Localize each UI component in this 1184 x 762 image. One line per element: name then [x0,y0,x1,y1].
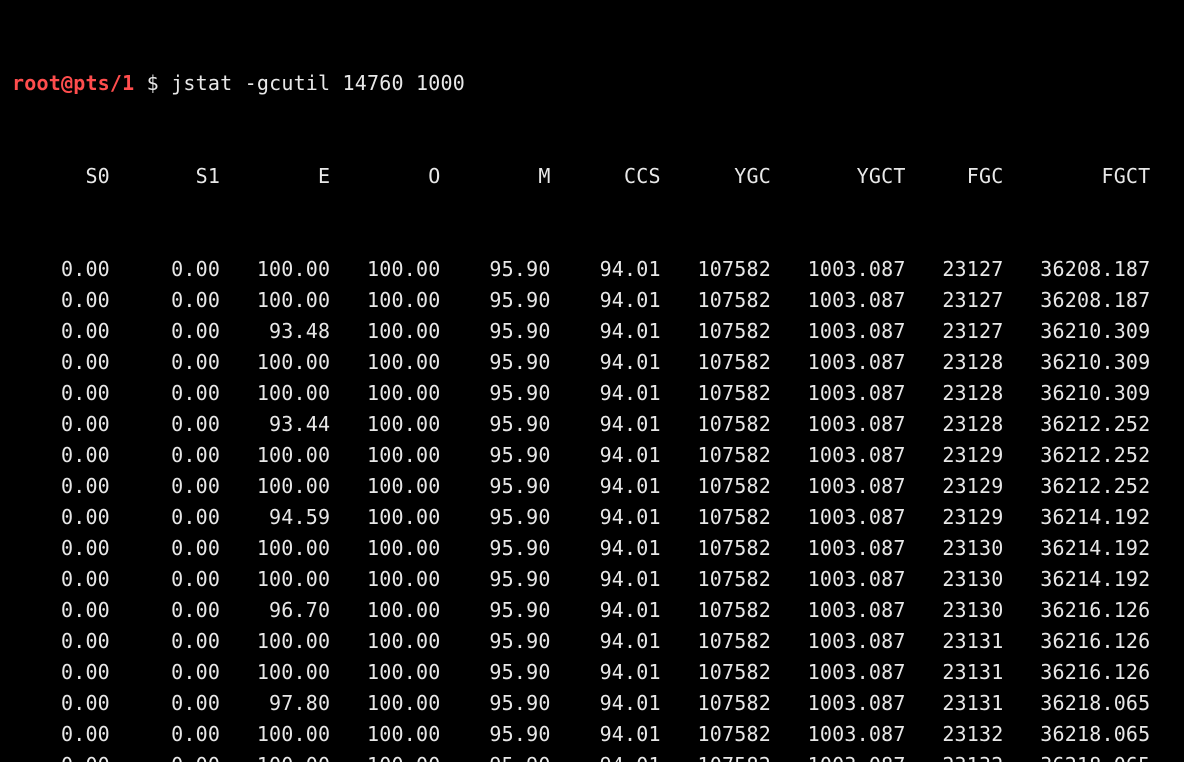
table-row: 0.00 0.00 100.00 100.00 95.90 94.01 1075… [12,471,1174,502]
table-header-row: S0 S1 E O M CCS YGC YGCT FGC FGCT GCT [12,161,1174,192]
table-row: 0.00 0.00 100.00 100.00 95.90 94.01 1075… [12,657,1174,688]
table-body: 0.00 0.00 100.00 100.00 95.90 94.01 1075… [12,254,1174,762]
table-row: 0.00 0.00 100.00 100.00 95.90 94.01 1075… [12,254,1174,285]
table-row: 0.00 0.00 100.00 100.00 95.90 94.01 1075… [12,533,1174,564]
table-row: 0.00 0.00 100.00 100.00 95.90 94.01 1075… [12,564,1174,595]
table-row: 0.00 0.00 100.00 100.00 95.90 94.01 1075… [12,719,1174,750]
table-row: 0.00 0.00 100.00 100.00 95.90 94.01 1075… [12,626,1174,657]
terminal[interactable]: root@pts/1 $ jstat -gcutil 14760 1000 S0… [0,0,1184,762]
table-row: 0.00 0.00 100.00 100.00 95.90 94.01 1075… [12,285,1174,316]
prompt-user: root@pts/1 [12,71,134,95]
table-row: 0.00 0.00 94.59 100.00 95.90 94.01 10758… [12,502,1174,533]
table-row: 0.00 0.00 100.00 100.00 95.90 94.01 1075… [12,378,1174,409]
table-row: 0.00 0.00 93.44 100.00 95.90 94.01 10758… [12,409,1174,440]
table-row: 0.00 0.00 96.70 100.00 95.90 94.01 10758… [12,595,1174,626]
table-row: 0.00 0.00 100.00 100.00 95.90 94.01 1075… [12,347,1174,378]
prompt-symbol: $ [134,71,171,95]
table-row: 0.00 0.00 100.00 100.00 95.90 94.01 1075… [12,440,1174,471]
table-row: 0.00 0.00 100.00 100.00 95.90 94.01 1075… [12,750,1174,762]
table-row: 0.00 0.00 97.80 100.00 95.90 94.01 10758… [12,688,1174,719]
prompt-line: root@pts/1 $ jstat -gcutil 14760 1000 [12,68,1174,99]
command-text: jstat -gcutil 14760 1000 [171,71,465,95]
table-row: 0.00 0.00 93.48 100.00 95.90 94.01 10758… [12,316,1174,347]
